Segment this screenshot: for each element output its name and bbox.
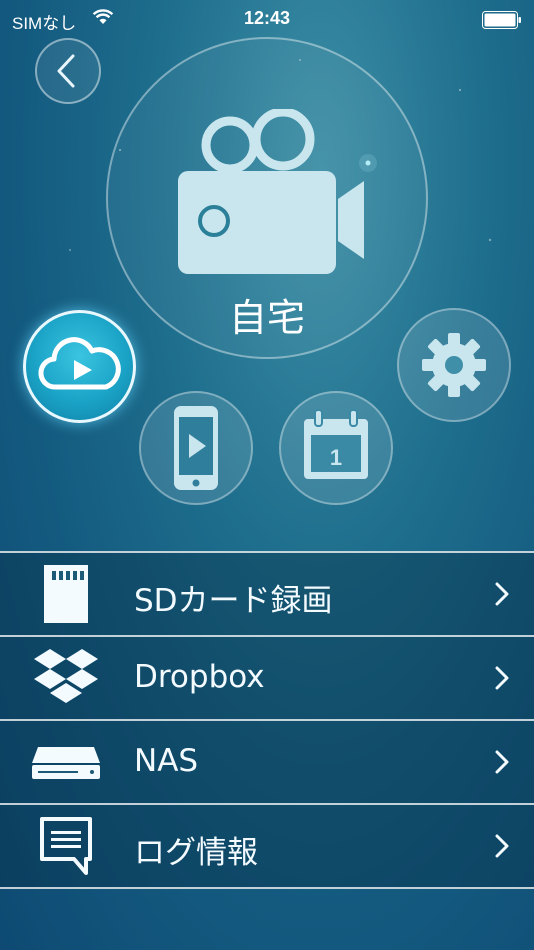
menu-item-label: ログ情報 (134, 835, 258, 871)
schedule-button[interactable]: 1 (279, 391, 393, 505)
video-camera-icon (178, 109, 364, 274)
menu-item-label: Dropbox (134, 659, 265, 695)
settings-button[interactable] (397, 308, 511, 422)
storage-menu: SDカード録画 Dropbox NAS ログ情報 (0, 551, 534, 889)
gear-icon (422, 333, 486, 397)
chevron-right-icon (495, 666, 509, 690)
cloud-play-icon (38, 337, 121, 390)
menu-item-log-info[interactable]: ログ情報 (0, 803, 534, 889)
chevron-left-icon (57, 54, 75, 88)
camera-name: 自宅 (228, 296, 305, 340)
phone-playback-button[interactable] (139, 391, 253, 505)
battery-icon (482, 11, 521, 29)
sd-card-icon (44, 565, 88, 623)
menu-item-label: SDカード録画 (134, 583, 333, 619)
chevron-right-icon (495, 834, 509, 858)
cloud-playback-button[interactable] (23, 310, 136, 423)
menu-item-sd-card[interactable]: SDカード録画 (0, 551, 534, 635)
menu-item-dropbox[interactable]: Dropbox (0, 635, 534, 719)
camera-selector[interactable]: 自宅 (106, 37, 428, 359)
chevron-right-icon (495, 750, 509, 774)
menu-item-label: NAS (134, 743, 199, 779)
menu-item-nas[interactable]: NAS (0, 719, 534, 803)
back-button[interactable] (35, 38, 101, 104)
clock: 12:43 (243, 8, 291, 28)
status-bar: SIMなし 12:43 (0, 0, 534, 38)
calendar-icon: 1 (304, 409, 368, 479)
phone-play-icon (174, 406, 218, 490)
calendar-day: 1 (330, 445, 342, 470)
message-log-icon (40, 817, 92, 875)
dropbox-icon (34, 649, 98, 703)
nas-drive-icon (32, 747, 100, 779)
chevron-right-icon (495, 582, 509, 606)
